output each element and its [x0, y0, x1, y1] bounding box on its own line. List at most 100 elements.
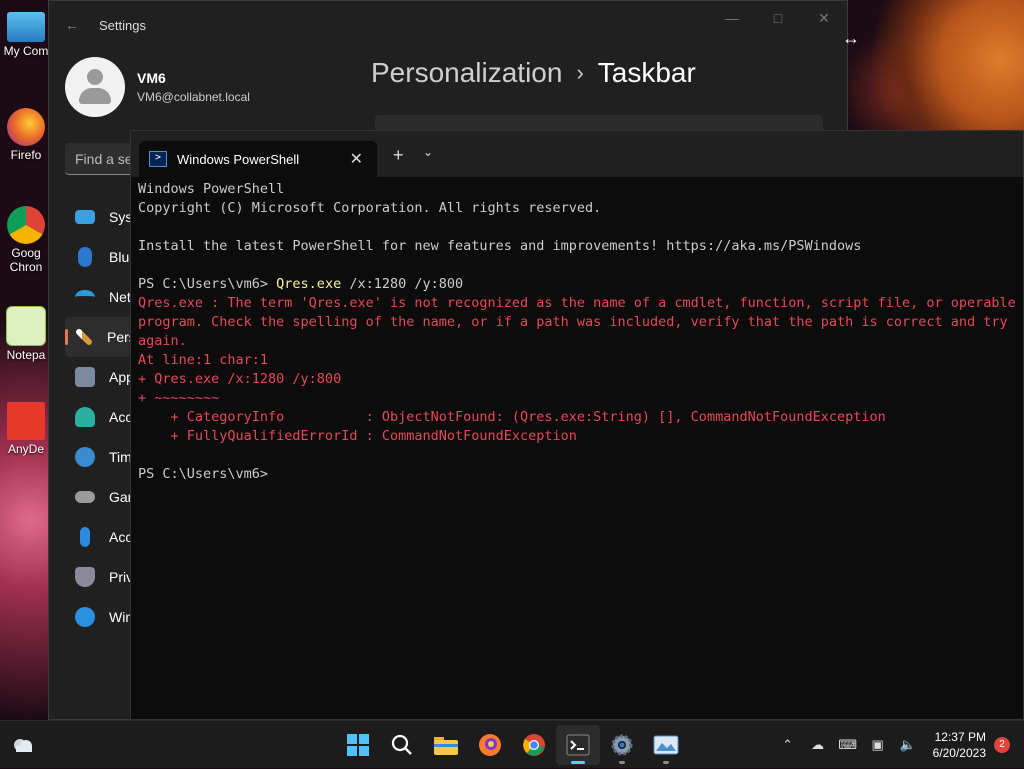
terminal-tab[interactable]: > Windows PowerShell ✕: [139, 141, 377, 177]
search-button[interactable]: [380, 725, 424, 765]
close-tab-icon[interactable]: ✕: [350, 149, 363, 169]
weather-icon[interactable]: [10, 733, 36, 755]
firefox-icon: [7, 108, 45, 146]
desktop-icon-notepad[interactable]: Notepa: [2, 306, 50, 362]
clock[interactable]: 12:37 PM 6/20/2023: [933, 729, 986, 761]
terminal-tab-bar: > Windows PowerShell ✕ + ⌄: [131, 131, 1023, 177]
sidebar-item-privacy[interactable]: Priv: [65, 557, 135, 597]
chevron-up-icon[interactable]: ⌃: [777, 734, 799, 756]
user-name: VM6: [137, 70, 166, 86]
desktop-icon-chrome[interactable]: Goog Chron: [2, 206, 50, 274]
minimize-button[interactable]: —: [709, 1, 755, 35]
notepad-icon: [6, 306, 46, 346]
sidebar-item-network[interactable]: Net: [65, 277, 135, 317]
gaming-icon: [75, 491, 95, 503]
terminal-tab-title: Windows PowerShell: [177, 151, 300, 167]
clock-time: 12:37 PM: [934, 730, 986, 744]
windows-logo-icon: [346, 733, 370, 757]
desktop-icon-anydesk[interactable]: AnyDe: [2, 402, 50, 456]
close-button[interactable]: ✕: [801, 1, 847, 35]
terminal-line: PS C:\Users\vm6> Qres.exe /x:1280 /y:800: [138, 275, 1023, 294]
breadcrumb-parent[interactable]: Personalization: [371, 57, 562, 89]
terminal-icon: [566, 734, 590, 756]
sidebar-item-windows-update[interactable]: Win: [65, 597, 135, 637]
terminal-line: + CategoryInfo : ObjectNotFound: (Qres.e…: [138, 409, 886, 425]
chrome-icon: [7, 206, 45, 244]
terminal-line: + Qres.exe /x:1280 /y:800: [138, 371, 342, 387]
privacy-icon: [75, 567, 95, 587]
user-profile[interactable]: VM6 VM6@collabnet.local: [65, 57, 250, 117]
terminal-button[interactable]: [556, 725, 600, 765]
terminal-line: Install the latest PowerShell for new fe…: [138, 238, 862, 254]
chrome-icon: [522, 733, 546, 757]
terminal-line: again.: [138, 333, 187, 349]
maximize-button[interactable]: □: [755, 1, 801, 35]
running-indicator: [663, 761, 669, 764]
sidebar-item-personalization[interactable]: Pers: [65, 317, 136, 357]
taskbar: ⌃ ☁ ⌨ ▣ 🔈 12:37 PM 6/20/2023 2: [0, 720, 1024, 768]
terminal-line: At line:1 char:1: [138, 352, 269, 368]
sidebar-item-time-language[interactable]: Tim: [65, 437, 135, 477]
notification-badge[interactable]: 2: [994, 737, 1010, 753]
breadcrumb-current: Taskbar: [597, 57, 696, 88]
terminal-line: + ~~~~~~~~: [138, 390, 220, 406]
terminal-command: Qres.exe: [276, 276, 342, 292]
sidebar-item-gaming[interactable]: Gar: [65, 477, 135, 517]
desktop-icon-my-computer[interactable]: My Com: [2, 8, 50, 58]
sidebar-item-apps[interactable]: App: [65, 357, 135, 397]
clock-date: 6/20/2023: [932, 746, 986, 760]
keyboard-icon[interactable]: ⌨: [837, 734, 859, 756]
file-explorer-button[interactable]: [424, 725, 468, 765]
powershell-window: > Windows PowerShell ✕ + ⌄ Windows Power…: [130, 130, 1024, 720]
network-icon: [75, 290, 95, 304]
accounts-icon: [75, 407, 95, 427]
start-button[interactable]: [336, 725, 380, 765]
user-email: VM6@collabnet.local: [137, 90, 250, 104]
gear-icon: [610, 733, 634, 757]
back-arrow-icon[interactable]: ←: [65, 17, 81, 33]
sidebar-item-accessibility[interactable]: Acc: [65, 517, 135, 557]
breadcrumb-chevron-icon: ›: [576, 60, 584, 85]
terminal-output[interactable]: Windows PowerShell Copyright (C) Microsof…: [138, 180, 1023, 484]
settings-title: Settings: [99, 17, 146, 33]
running-indicator: [619, 761, 625, 764]
folder-icon: [433, 734, 459, 756]
terminal-prompt: PS C:\Users\vm6>: [138, 276, 277, 292]
system-tray: ⌃ ☁ ⌨ ▣ 🔈 12:37 PM 6/20/2023 2: [773, 721, 1024, 769]
photos-button[interactable]: [644, 725, 688, 765]
page-title: Personalization › Taskbar: [371, 57, 696, 89]
windows-update-icon: [75, 607, 95, 627]
avatar: [65, 57, 125, 117]
sidebar-item-bluetooth[interactable]: Blue: [65, 237, 137, 277]
bluetooth-icon: [78, 247, 92, 267]
photos-icon: [653, 734, 679, 756]
time-language-icon: [75, 447, 95, 467]
sidebar-item-system[interactable]: Syst: [65, 197, 136, 237]
anydesk-icon: [7, 402, 45, 440]
accessibility-icon: [80, 527, 90, 547]
desktop-icon-firefox[interactable]: Firefo: [2, 108, 50, 162]
terminal-line: Copyright (C) Microsoft Corporation. All…: [138, 200, 602, 216]
terminal-arguments: /x:1280 /y:800: [341, 276, 464, 292]
volume-icon[interactable]: 🔈: [897, 734, 919, 756]
computer-icon: [7, 12, 45, 42]
chevron-down-icon[interactable]: ⌄: [423, 145, 433, 159]
chrome-button[interactable]: [512, 725, 556, 765]
new-tab-button[interactable]: +: [393, 145, 404, 166]
settings-window-controls: — □ ✕: [709, 1, 847, 35]
taskbar-apps: [336, 725, 688, 765]
apps-icon: [75, 367, 95, 387]
terminal-line: program. Check the spelling of the name,…: [138, 314, 1008, 330]
terminal-line: + FullyQualifiedErrorId : CommandNotFoun…: [138, 428, 577, 444]
network-display-icon[interactable]: ▣: [867, 734, 889, 756]
system-icon: [75, 210, 95, 224]
settings-button[interactable]: [600, 725, 644, 765]
firefox-button[interactable]: [468, 725, 512, 765]
settings-nav: Syst Blue Net Pers App Acc Tim Gar Acc P…: [65, 197, 137, 637]
cloud-offline-icon[interactable]: ☁: [807, 734, 829, 756]
powershell-icon: >: [149, 151, 167, 167]
sidebar-item-accounts[interactable]: Acc: [65, 397, 135, 437]
terminal-line: Qres.exe : The term 'Qres.exe' is not re…: [138, 295, 1016, 311]
